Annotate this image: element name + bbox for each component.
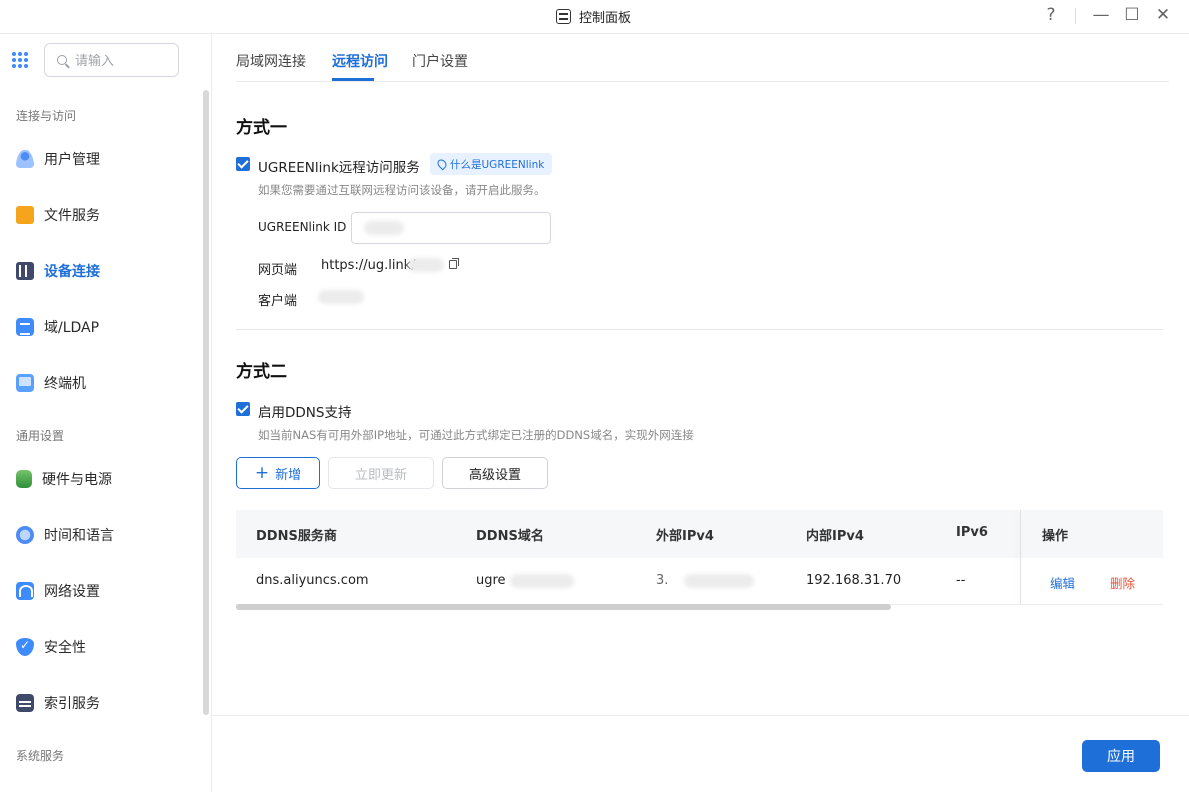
ddns-checkbox[interactable] [236,402,250,416]
cell-domain: ugre [476,573,506,588]
ddns-hint: 如当前NAS有可用外部IP地址，可通过此方式绑定已注册的DDNS域名，实现外网连… [258,428,694,442]
sidebar: 连接与访问 用户管理 文件服务 设备连接 域/LDAP 终端机 通用设置 硬件与… [0,34,212,792]
search-icon [57,55,67,65]
title-separator [1075,8,1076,24]
sidebar-item-ldap[interactable]: 域/LDAP [16,313,99,341]
device-connection-icon [16,262,34,280]
apply-button[interactable]: 应用 [1082,740,1160,772]
tab-portal[interactable]: 门户设置 [412,51,468,71]
search-box[interactable] [44,43,179,77]
tab-active-indicator [332,78,374,81]
apps-grid-icon[interactable] [12,52,28,68]
section-divider [236,329,1163,330]
add-button[interactable]: + 新增 [236,457,320,489]
update-now-button[interactable]: 立即更新 [328,457,434,489]
sidebar-item-label: 时间和语言 [44,528,114,544]
terminal-icon [16,374,34,392]
tab-bar: 局域网连接 远程访问 门户设置 [236,34,1169,82]
location-pin-icon [435,157,449,171]
globe-icon [16,526,34,544]
sidebar-item-label: 索引服务 [44,696,100,712]
group-label-general: 通用设置 [16,429,65,443]
redacted-external-ip [684,574,754,588]
advanced-settings-button[interactable]: 高级设置 [442,457,548,489]
sidebar-item-label: 网络设置 [44,584,100,600]
minimize-button[interactable]: — [1089,5,1113,25]
search-input[interactable] [75,52,165,68]
sidebar-item-label: 文件服务 [44,208,100,224]
header-domain: DDNS域名 [476,529,544,544]
ldap-icon [16,318,34,336]
sidebar-item-label: 用户管理 [44,152,100,168]
help-icon[interactable]: ? [1039,5,1063,25]
group-label-connect: 连接与访问 [16,109,77,123]
header-actions: 操作 [1042,529,1069,544]
ugreenlink-checkbox[interactable] [236,157,250,171]
redacted-url [408,258,444,272]
method1-title: 方式一 [236,118,287,138]
tab-remote-access[interactable]: 远程访问 [332,51,388,71]
header-internal-ipv4: 内部IPv4 [806,529,864,544]
sidebar-item-label: 硬件与电源 [42,472,112,488]
sidebar-item-label: 域/LDAP [44,320,100,336]
sidebar-item-index[interactable]: 索引服务 [16,689,100,717]
sidebar-item-file-service[interactable]: 文件服务 [16,201,100,229]
table-horizontal-scrollbar[interactable] [236,604,891,610]
what-is-label: 什么是UGREENlink [450,158,545,171]
sidebar-item-label: 终端机 [44,376,86,392]
hardware-power-icon [16,470,32,488]
edit-link[interactable]: 编辑 [1050,573,1075,592]
network-icon [16,582,34,600]
header-provider: DDNS服务商 [256,529,337,544]
method2-title: 方式二 [236,362,287,382]
shield-icon [16,638,34,656]
ddns-label: 启用DDNS支持 [258,405,352,421]
tab-lan[interactable]: 局域网连接 [236,51,306,71]
window-title-text: 控制面板 [579,11,632,26]
group-label-system: 系统服务 [16,749,65,763]
index-icon [16,694,34,712]
web-url: https://ug.link/ [321,258,416,273]
delete-link[interactable]: 删除 [1110,573,1135,592]
window-title: 控制面板 [556,7,631,26]
sidebar-item-security[interactable]: 安全性 [16,633,86,661]
header-external-ipv4: 外部IPv4 [656,529,714,544]
plus-icon: + [254,462,270,483]
sidebar-item-user-management[interactable]: 用户管理 [16,145,100,173]
sidebar-scrollbar[interactable] [203,90,209,715]
cell-provider: dns.aliyuncs.com [256,573,369,588]
sidebar-item-label: 设备连接 [44,264,100,280]
fixed-column-divider [1020,510,1021,604]
add-button-label: 新增 [275,467,302,483]
sidebar-item-time-language[interactable]: 时间和语言 [16,521,114,549]
sidebar-item-hardware-power[interactable]: 硬件与电源 [16,465,112,493]
user-management-icon [16,150,34,168]
sidebar-item-terminal[interactable]: 终端机 [16,369,86,397]
ugreenlink-hint: 如果您需要通过互联网远程访问该设备，请开启此服务。 [258,183,546,197]
cell-internal-ipv4: 192.168.31.70 [806,573,902,588]
copy-icon[interactable] [449,258,459,269]
sidebar-item-label: 安全性 [44,640,86,656]
sidebar-item-device-connection[interactable]: 设备连接 [16,257,100,285]
cell-external-ipv4: 3. [656,573,669,588]
header-ipv6: IPv6 [956,525,988,540]
ugreenlink-label: UGREENlink远程访问服务 [258,160,420,176]
what-is-ugreenlink-link[interactable]: 什么是UGREENlink [430,153,553,175]
close-button[interactable]: ✕ [1151,5,1175,25]
redacted-domain [510,574,574,588]
ugreenlink-id-label: UGREENlink ID [258,220,347,234]
redacted-client [318,290,364,304]
title-bar: 控制面板 ? — ☐ ✕ [0,0,1189,34]
control-panel-icon [556,9,571,24]
client-label: 客户端 [258,294,298,309]
sidebar-item-network[interactable]: 网络设置 [16,577,100,605]
maximize-button[interactable]: ☐ [1120,5,1144,25]
web-label: 网页端 [258,263,298,278]
footer-divider [212,715,1189,716]
cell-ipv6: -- [956,573,966,588]
redacted-id [364,221,404,235]
folder-icon [16,206,34,224]
